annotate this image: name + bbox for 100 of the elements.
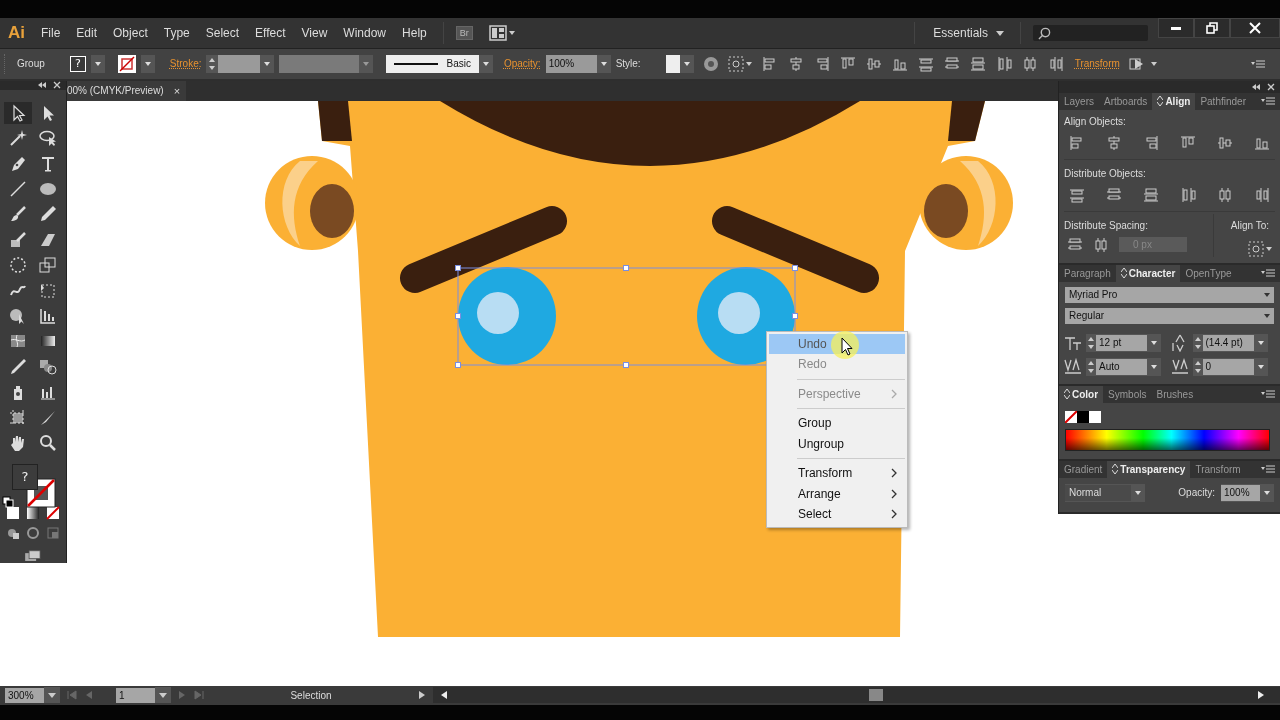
menu-item[interactable]: Effect [255, 26, 286, 41]
align-to-icon[interactable] [1248, 240, 1274, 257]
panel-tab[interactable]: Symbols [1103, 385, 1152, 403]
align-icon[interactable] [917, 55, 934, 72]
panel-menu-icon[interactable] [1260, 388, 1276, 400]
font-family-dropdown[interactable]: Myriad Pro [1065, 286, 1274, 303]
align-icon[interactable] [1216, 134, 1233, 151]
menu-item[interactable]: Type [163, 26, 190, 41]
document-tab[interactable]: 00% (CMYK/Preview) × [67, 80, 187, 101]
menu-item[interactable]: Ungroup [767, 433, 907, 454]
artboard-field[interactable]: 1 [116, 687, 155, 703]
distribute-icon[interactable] [1093, 236, 1109, 253]
kerning-field[interactable]: Auto [1086, 357, 1161, 376]
menu-item[interactable]: Group [767, 413, 907, 434]
distribute-icon[interactable] [1216, 186, 1233, 203]
stroke-swatch[interactable] [117, 54, 136, 73]
align-icon[interactable] [1047, 55, 1064, 72]
caret-icon[interactable] [478, 54, 493, 73]
transform-link[interactable]: Transform [1074, 58, 1120, 70]
zoom-field[interactable]: 300% [5, 687, 44, 703]
align-icon[interactable] [1106, 134, 1123, 151]
fill-swatch[interactable]: ? [69, 55, 86, 72]
menu-item[interactable]: Arrange [767, 483, 907, 504]
opacity-field[interactable]: 100% [545, 54, 611, 73]
opacity-link[interactable]: Opacity: [503, 58, 541, 70]
selection-bounds-icon[interactable] [727, 55, 752, 72]
align-icon[interactable] [943, 55, 960, 72]
panel-tab[interactable]: OpenType [1180, 264, 1237, 282]
screen-mode-icon[interactable] [22, 549, 44, 563]
scroll-right-icon[interactable] [1256, 690, 1266, 701]
panel-tab[interactable]: Brushes [1151, 385, 1199, 403]
panel-tab[interactable]: Pathfinder [1195, 92, 1251, 110]
close-icon[interactable] [1267, 82, 1275, 91]
caret-icon[interactable] [90, 54, 105, 73]
menu-item[interactable]: Select [767, 504, 907, 525]
panel-tab[interactable]: Transform [1190, 460, 1246, 478]
align-icon[interactable] [995, 55, 1012, 72]
align-icon[interactable] [1021, 55, 1038, 72]
minimize-button[interactable] [1158, 18, 1194, 38]
draw-inside-icon[interactable] [46, 525, 60, 540]
collapse-icon[interactable] [1251, 83, 1261, 90]
align-icon[interactable] [865, 55, 882, 72]
caret-icon[interactable] [155, 687, 171, 704]
panel-tab[interactable]: Layers [1059, 92, 1099, 110]
scroll-left-icon[interactable] [439, 690, 449, 701]
font-style-dropdown[interactable]: Regular [1065, 307, 1274, 324]
panel-menu-icon[interactable] [1260, 267, 1276, 279]
close-icon[interactable] [53, 81, 61, 90]
stroke-weight-field[interactable] [206, 54, 275, 73]
scrollbar-thumb[interactable] [869, 689, 883, 702]
opacity-field[interactable]: 100% [1221, 483, 1274, 502]
isolate-icon[interactable] [1128, 55, 1159, 72]
panel-menu-icon[interactable] [1260, 463, 1276, 475]
distribute-icon[interactable] [1106, 186, 1123, 203]
recolor-icon[interactable] [702, 55, 719, 72]
align-icon[interactable] [787, 55, 804, 72]
caret-icon[interactable] [140, 54, 155, 73]
font-size-field[interactable]: 12 pt [1086, 333, 1161, 352]
fill-swatch[interactable]: ? [12, 463, 38, 490]
workspace-switcher[interactable]: Essentials [927, 25, 1010, 42]
align-icon[interactable] [1179, 134, 1196, 151]
tracking-field[interactable]: 0 [1192, 357, 1268, 376]
style-swatch[interactable] [665, 54, 694, 73]
caret-icon[interactable] [44, 687, 60, 704]
menu-item[interactable]: Object [113, 26, 148, 41]
menu-item[interactable]: Transform [767, 463, 907, 484]
panel-tab[interactable]: Paragraph [1059, 264, 1116, 282]
play-icon[interactable] [417, 690, 427, 701]
close-button[interactable] [1230, 18, 1280, 38]
panel-tab[interactable]: Gradient [1059, 460, 1108, 478]
brush-dropdown[interactable]: Basic [386, 54, 493, 73]
leading-field[interactable]: (14.4 pt) [1192, 333, 1268, 352]
search-field[interactable] [1033, 25, 1148, 42]
align-icon[interactable] [1143, 134, 1160, 151]
menu-item[interactable]: Help [402, 26, 427, 41]
arrange-documents-icon[interactable] [488, 25, 517, 42]
color-spectrum[interactable] [1065, 428, 1270, 451]
menu-item[interactable]: Edit [76, 26, 98, 41]
distribute-icon[interactable] [1253, 186, 1270, 203]
distribute-icon[interactable] [1067, 236, 1083, 253]
menu-item[interactable]: File [41, 26, 61, 41]
menu-item[interactable]: Window [343, 26, 387, 41]
draw-behind-icon[interactable] [26, 525, 40, 540]
distribute-icon[interactable] [1143, 186, 1160, 203]
menu-item[interactable]: View [301, 26, 328, 41]
default-colors-icon[interactable] [2, 495, 14, 508]
stroke-link[interactable]: Stroke: [169, 58, 202, 70]
align-icon[interactable] [969, 55, 986, 72]
panel-menu-icon[interactable] [1260, 95, 1276, 107]
tab-close[interactable]: × [173, 84, 181, 97]
bridge-button[interactable]: Br [455, 26, 473, 41]
panel-menu-icon[interactable] [1250, 57, 1266, 70]
none-mode-icon[interactable] [46, 505, 60, 520]
blend-mode-dropdown[interactable]: Normal [1065, 483, 1145, 502]
restore-button[interactable] [1194, 18, 1230, 38]
align-icon[interactable] [839, 55, 856, 72]
distribute-icon[interactable] [1179, 186, 1196, 203]
color-swatches[interactable] [1065, 410, 1101, 423]
align-icon[interactable] [761, 55, 778, 72]
distribute-icon[interactable] [1069, 186, 1086, 203]
